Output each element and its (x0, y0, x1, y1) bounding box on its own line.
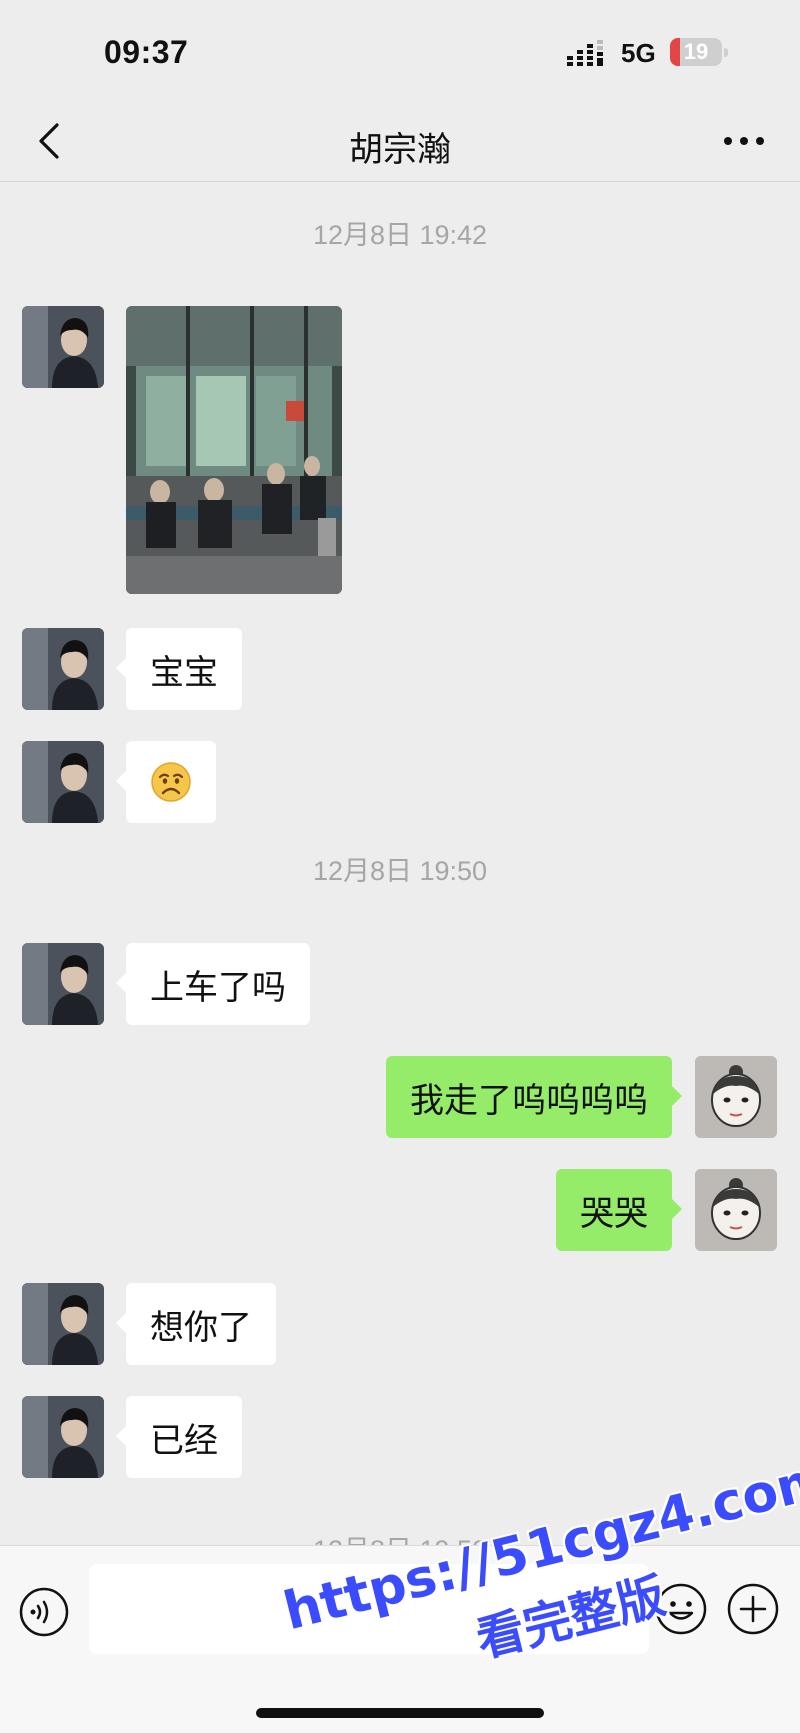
contact-avatar[interactable] (22, 943, 104, 1025)
person-photo-icon (22, 1396, 104, 1478)
more-functions-button[interactable] (726, 1582, 780, 1636)
my-avatar[interactable] (695, 1056, 777, 1138)
contact-avatar[interactable] (22, 1396, 104, 1478)
person-photo-icon (22, 741, 104, 823)
more-horizontal-icon (724, 137, 764, 145)
message-bubble-incoming[interactable]: 已经 (116, 1396, 242, 1478)
timestamp: 12月8日 19:52 (0, 1528, 800, 1545)
battery-tip (724, 48, 728, 57)
contact-avatar[interactable] (22, 628, 104, 710)
chat-header: 胡宗瀚 (0, 100, 800, 182)
status-bar: 09:37 5G 19 (0, 0, 800, 100)
person-photo-icon (22, 943, 104, 1025)
battery-percent: 19 (683, 39, 709, 64)
status-time: 09:37 (104, 34, 189, 70)
sad-face-emoji-icon (151, 762, 191, 802)
message-bubble-outgoing[interactable]: 哭哭 (556, 1169, 682, 1251)
message-bubble-incoming[interactable]: 想你了 (116, 1283, 276, 1365)
cartoon-girl-avatar-icon (695, 1169, 777, 1251)
contact-avatar[interactable] (22, 741, 104, 823)
contact-avatar[interactable] (22, 1283, 104, 1365)
cartoon-girl-avatar-icon (695, 1056, 777, 1138)
timestamp: 12月8日 19:42 (312, 220, 488, 250)
my-avatar[interactable] (695, 1169, 777, 1251)
timestamp: 12月8日 19:50 (312, 856, 488, 886)
message-bubble-incoming[interactable]: 宝宝 (116, 628, 242, 710)
plus-icon (727, 1583, 779, 1635)
home-indicator (256, 1708, 544, 1718)
voice-icon (19, 1587, 69, 1637)
message-input[interactable] (89, 1564, 649, 1654)
message-bubble-outgoing[interactable]: 我走了呜呜呜呜 (386, 1056, 682, 1138)
person-photo-icon (22, 1283, 104, 1365)
emoji-icon (655, 1583, 707, 1635)
waiting-room-photo (126, 306, 342, 594)
person-photo-icon (22, 306, 104, 388)
person-photo-icon (22, 628, 104, 710)
battery-icon: 19 (670, 38, 722, 66)
message-bubble-incoming[interactable] (116, 741, 216, 823)
voice-button[interactable] (18, 1586, 70, 1638)
network-type: 5G (621, 38, 656, 68)
contact-avatar[interactable] (22, 306, 104, 388)
message-list[interactable]: 12月8日 19:42 宝宝 12月8日 19:50 上车了吗 我走了呜呜呜呜 … (0, 183, 800, 1545)
emoji-button[interactable] (654, 1582, 708, 1636)
image-message[interactable] (126, 306, 342, 594)
message-bubble-incoming[interactable]: 上车了吗 (116, 943, 310, 1025)
cellular-signal-icon (567, 40, 603, 66)
more-button[interactable] (712, 116, 776, 166)
chat-title: 胡宗瀚 (349, 131, 451, 169)
input-bar (0, 1545, 800, 1733)
